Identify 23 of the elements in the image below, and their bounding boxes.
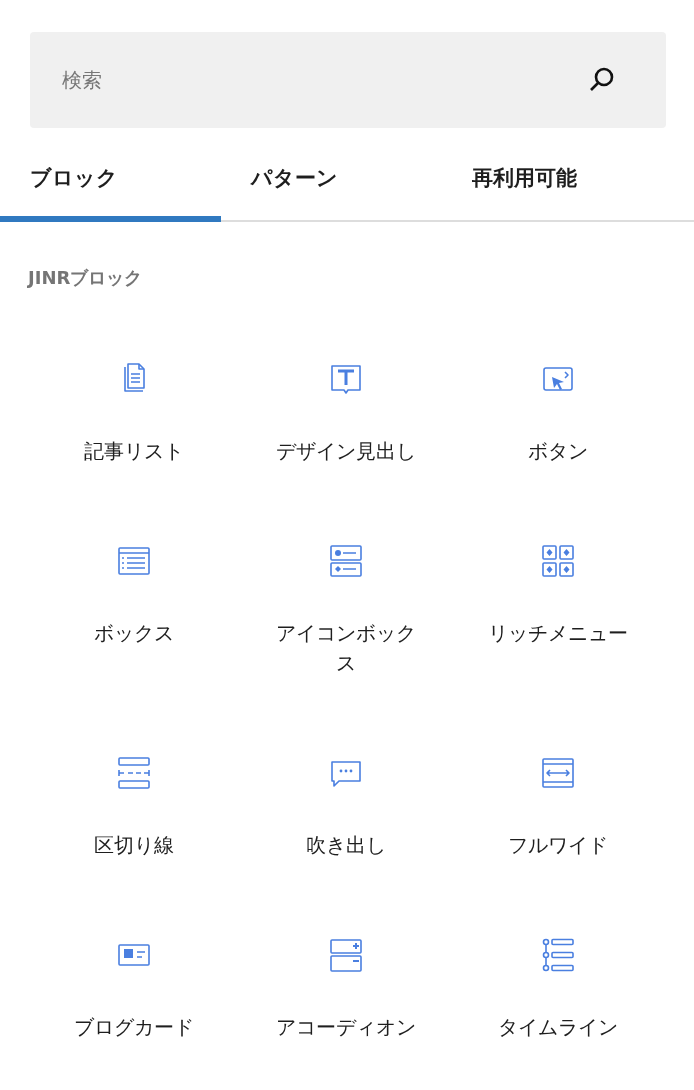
block-label[interactable]: フルワイド [480,830,636,860]
block-label[interactable]: 区切り線 [56,830,212,860]
grid-icon[interactable] [540,543,576,579]
block-label[interactable]: リッチメニュー [480,618,636,648]
divider-icon[interactable] [116,755,152,791]
full-width-icon[interactable] [540,755,576,791]
block-label[interactable]: ボタン [480,436,636,466]
tab[interactable]: 再利用可能 [442,142,694,222]
block-label[interactable]: ブログカード [56,1012,212,1042]
tab[interactable]: ブロック [0,142,221,222]
tab[interactable]: パターン [221,142,442,222]
block-label[interactable]: 吹き出し [268,830,424,860]
block-label[interactable]: 記事リスト [56,436,212,466]
accordion-icon[interactable] [328,937,364,973]
section-title: JINRブロック [28,266,143,290]
timeline-icon[interactable] [540,937,576,973]
block-label[interactable]: タイムライン [480,1012,636,1042]
block-label[interactable]: デザイン見出し [268,436,424,466]
icon-box-icon[interactable] [328,543,364,579]
block-label[interactable]: ボックス [56,618,212,648]
search-field[interactable]: 検索 [30,32,666,128]
block-label[interactable]: アコーディオン [268,1012,424,1042]
block-label[interactable]: アイコンボックス [268,618,424,678]
